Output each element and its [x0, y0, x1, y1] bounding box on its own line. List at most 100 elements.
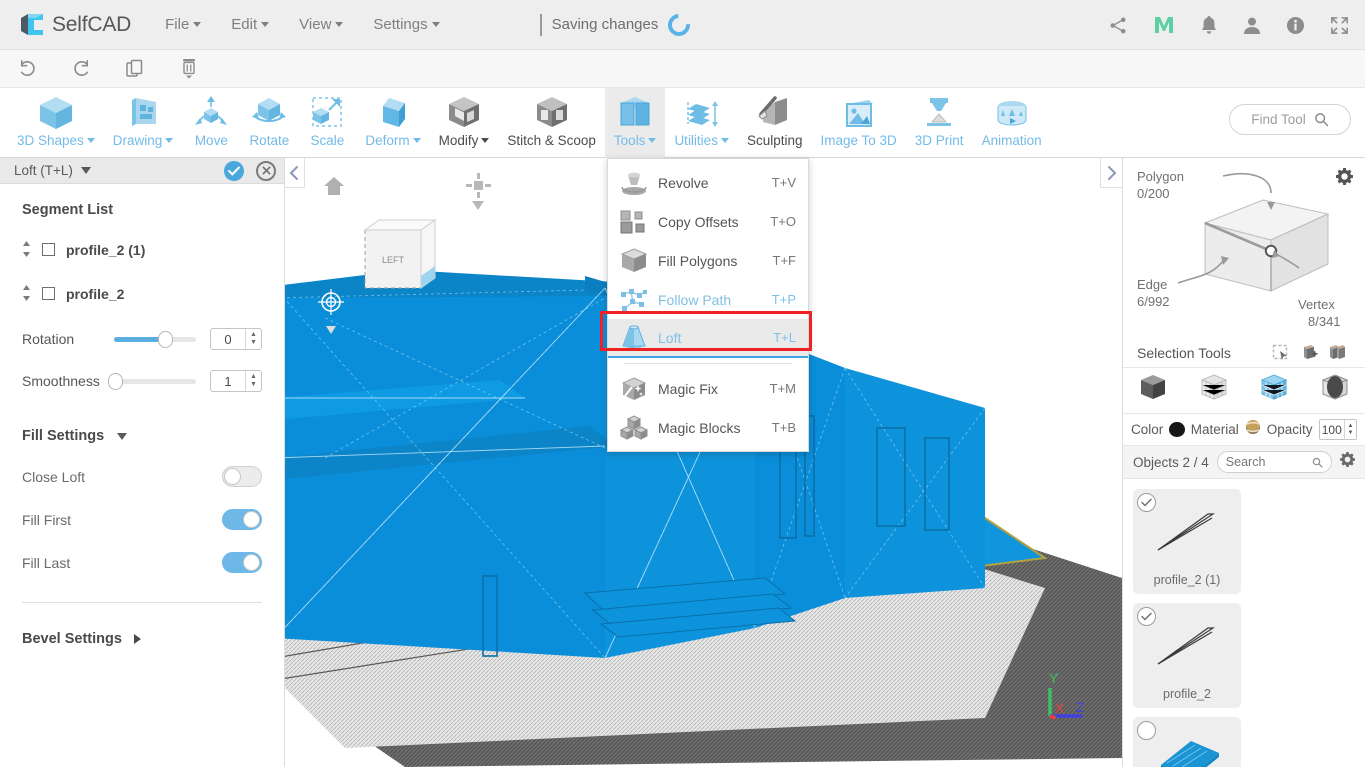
ribbon-move[interactable]: Move — [182, 88, 240, 158]
copy-offsets-icon — [618, 208, 650, 236]
menu-edit[interactable]: Edit — [231, 16, 270, 33]
ribbon-image-to-3d[interactable]: Image To 3D — [812, 88, 906, 158]
ribbon-rotate[interactable]: Rotate — [240, 88, 298, 158]
rotation-stepper[interactable]: ▲ ▼ — [245, 329, 261, 349]
object-mode-icon[interactable] — [1138, 373, 1168, 408]
find-tool-search[interactable]: Find Tool — [1229, 104, 1351, 135]
rect-select-icon[interactable] — [1267, 344, 1295, 362]
view-cube[interactable]: LEFT — [363, 218, 437, 289]
smoothness-stepper[interactable]: ▲ ▼ — [245, 371, 261, 391]
fill-last-row: Fill Last — [22, 552, 262, 573]
drag-handle-icon[interactable] — [22, 285, 31, 302]
menu-item-follow-path[interactable]: Follow Path T+P — [608, 280, 808, 319]
segment-item-0[interactable]: profile_2 (1) — [22, 241, 262, 258]
magic-m-icon[interactable] — [1153, 15, 1175, 35]
polygon-value: 0/200 — [1137, 186, 1170, 201]
chevron-down-icon — [412, 138, 421, 143]
cancel-button[interactable] — [256, 160, 276, 181]
material-icon[interactable] — [1245, 419, 1261, 440]
polygon-label: Polygon — [1137, 169, 1184, 184]
segment-item-1[interactable]: profile_2 — [22, 285, 262, 302]
smoothness-slider[interactable] — [108, 372, 196, 390]
opacity-input[interactable]: 100 ▲ ▼ — [1318, 419, 1357, 440]
segment-list-title: Segment List — [22, 202, 114, 218]
ribbon-utilities[interactable]: Utilities — [665, 88, 738, 158]
apply-button[interactable] — [224, 160, 244, 181]
chevron-down-icon[interactable] — [80, 167, 91, 174]
menu-item-loft[interactable]: Loft T+L — [608, 319, 808, 358]
segment-checkbox[interactable] — [42, 243, 55, 256]
rotation-value-box[interactable]: 0 ▲ ▼ — [210, 328, 262, 350]
color-swatch[interactable] — [1169, 422, 1185, 437]
slider-knob[interactable] — [108, 372, 123, 390]
home-view-button[interactable] — [323, 176, 345, 201]
selfcad-logo-icon — [18, 11, 46, 39]
menu-item-fill-polygons[interactable]: Fill Polygons T+F — [608, 241, 808, 280]
object-card-union-5[interactable]: union_5 — [1133, 717, 1241, 767]
smoothness-value-box[interactable]: 1 ▲ ▼ — [210, 370, 262, 392]
collapse-right-panel-button[interactable] — [1100, 158, 1122, 188]
rotate-icon — [249, 94, 289, 132]
ribbon-3d-print[interactable]: 3D Print — [906, 88, 973, 158]
ribbon-drawing[interactable]: Drawing — [104, 88, 183, 158]
ribbon-label: 3D Print — [914, 133, 964, 148]
redo-button[interactable] — [54, 50, 108, 88]
view-center-icon — [466, 173, 491, 198]
app-logo[interactable]: SelfCAD — [18, 11, 131, 39]
material-label: Material — [1190, 422, 1239, 437]
menu-settings[interactable]: Settings — [373, 16, 440, 33]
segment-checkbox[interactable] — [42, 287, 55, 300]
menu-file[interactable]: File — [165, 16, 202, 33]
polygon-mode-icon[interactable] — [1259, 373, 1289, 408]
ribbon-tools[interactable]: Tools — [604, 88, 666, 158]
object-select-checkbox[interactable] — [1137, 607, 1156, 626]
fill-last-toggle[interactable] — [222, 552, 262, 573]
fill-first-toggle[interactable] — [222, 509, 262, 530]
object-card-profile-2-1[interactable]: profile_2 (1) — [1133, 489, 1241, 594]
drawing-icon — [123, 94, 163, 132]
copy-select-icon[interactable] — [1323, 344, 1351, 362]
collapse-left-panel-button[interactable] — [285, 158, 305, 188]
chevron-down-icon — [86, 138, 95, 143]
search-input[interactable] — [1225, 455, 1308, 469]
share-icon[interactable] — [1109, 16, 1128, 35]
rotation-slider[interactable] — [114, 330, 196, 348]
bevel-settings-header[interactable]: Bevel Settings — [22, 631, 262, 647]
ribbon-deform[interactable]: Deform — [356, 88, 429, 158]
copy-button[interactable] — [108, 50, 162, 88]
menu-item-revolve[interactable]: Revolve T+V — [608, 163, 808, 202]
undo-button[interactable] — [0, 50, 54, 88]
bell-icon[interactable] — [1200, 15, 1218, 35]
vertex-mode-icon[interactable] — [1199, 373, 1229, 408]
fill-settings-header[interactable]: Fill Settings — [22, 428, 262, 444]
add-select-icon[interactable] — [1295, 344, 1323, 362]
ribbon-animation[interactable]: Animation — [973, 88, 1051, 158]
tool-panel-title: Loft (T+L) — [14, 163, 73, 178]
ribbon-scale[interactable]: Scale — [298, 88, 356, 158]
info-icon[interactable] — [1286, 16, 1305, 35]
object-select-checkbox[interactable] — [1137, 721, 1156, 740]
object-select-checkbox[interactable] — [1137, 493, 1156, 512]
fullscreen-icon[interactable] — [1330, 16, 1349, 35]
menu-item-magic-blocks[interactable]: Magic Blocks T+B — [608, 408, 808, 447]
opacity-stepper[interactable]: ▲ ▼ — [1344, 420, 1356, 439]
ribbon-sculpting[interactable]: Sculpting — [738, 88, 812, 158]
drag-handle-icon[interactable] — [22, 241, 31, 258]
delete-button[interactable] — [162, 50, 216, 88]
close-loft-toggle[interactable] — [222, 466, 262, 487]
menu-view[interactable]: View — [299, 16, 344, 33]
ribbon-label: Stitch & Scoop — [507, 133, 596, 148]
objects-settings-gear-icon[interactable] — [1340, 452, 1355, 472]
ribbon-stitch-scoop[interactable]: Stitch & Scoop — [498, 88, 605, 158]
slider-knob[interactable] — [157, 330, 173, 348]
objects-search[interactable] — [1216, 451, 1332, 473]
object-card-profile-2[interactable]: profile_2 — [1133, 603, 1241, 708]
ribbon-3d-shapes[interactable]: 3D Shapes — [8, 88, 104, 158]
chevron-down-icon — [720, 138, 729, 143]
menu-item-copy-offsets[interactable]: Copy Offsets T+O — [608, 202, 808, 241]
ribbon-modify[interactable]: Modify — [430, 88, 499, 158]
menu-item-magic-fix[interactable]: Magic Fix T+M — [608, 369, 808, 408]
edge-mode-icon[interactable] — [1320, 373, 1350, 408]
user-icon[interactable] — [1243, 16, 1261, 35]
view-orientation-control[interactable] — [465, 172, 491, 210]
